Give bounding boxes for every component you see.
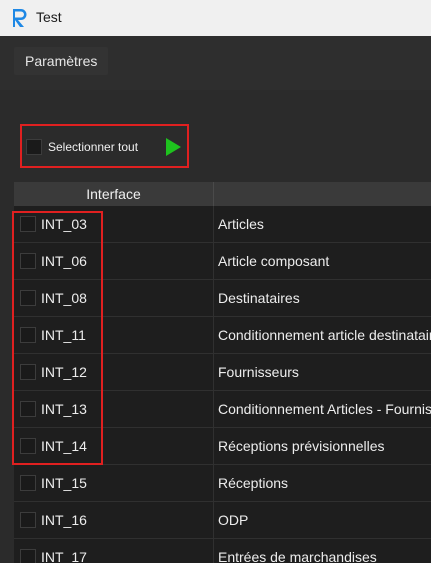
table-header: Interface [14,182,431,206]
interface-description: ODP [218,512,249,528]
interface-description: Article composant [218,253,330,269]
interface-code: INT_15 [41,475,87,491]
row-checkbox[interactable] [20,475,36,491]
rows-highlight [12,211,103,465]
interface-code: INT_17 [41,549,87,563]
code-cell: INT_16 [14,502,214,538]
play-icon[interactable] [166,138,181,156]
column-header-interface[interactable]: Interface [14,182,214,206]
table-row[interactable]: INT_17 Entrées de marchandises [14,539,431,563]
interface-description: Conditionnement Articles - Fournisseurs [218,401,431,417]
interface-description: Destinataires [218,290,300,306]
row-checkbox[interactable] [20,549,36,563]
interface-code: INT_16 [41,512,87,528]
interface-description: Fournisseurs [218,364,299,380]
column-header-description[interactable] [214,182,431,206]
interface-description: Réceptions prévisionnelles [218,438,385,454]
interface-description: Entrées de marchandises [218,549,377,563]
code-cell: INT_15 [14,465,214,501]
table-row[interactable]: INT_15 Réceptions [14,465,431,502]
r-logo-icon [13,9,27,27]
interface-description: Réceptions [218,475,289,491]
interface-description: Conditionnement article destinataire [218,327,431,343]
menu-item-parametres[interactable]: Paramètres [14,47,109,75]
select-all-checkbox[interactable] [26,139,42,155]
code-cell: INT_17 [14,539,214,563]
window-title: Test [36,9,62,25]
row-checkbox[interactable] [20,512,36,528]
select-all-label: Selectionner tout [48,140,139,154]
table-row[interactable]: INT_16 ODP [14,502,431,539]
title-bar: Test [0,0,431,36]
interface-description: Articles [218,216,264,232]
